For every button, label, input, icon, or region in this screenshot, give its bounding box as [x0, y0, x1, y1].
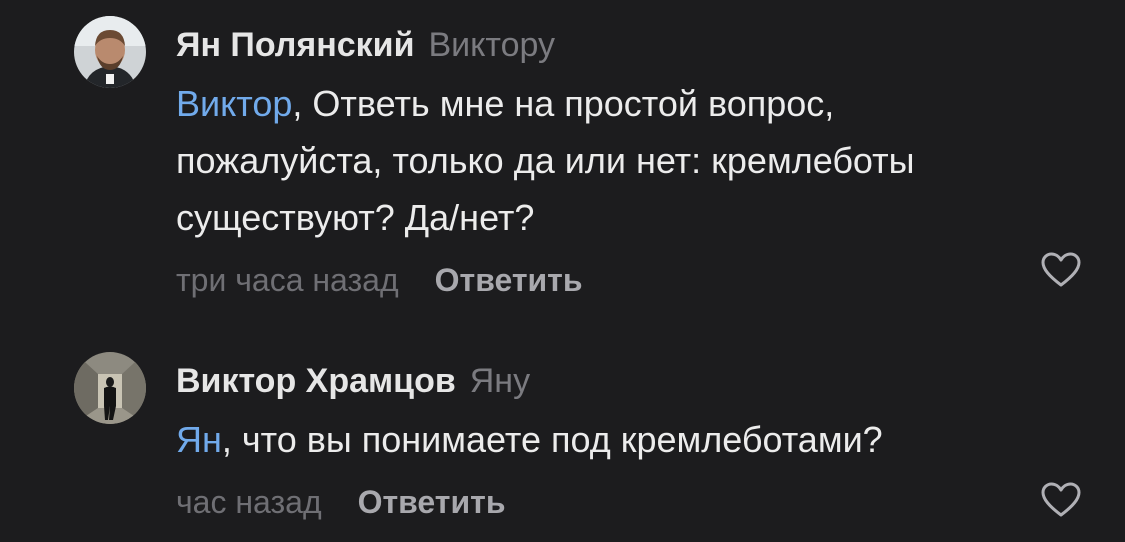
comment-text-line: пожалуйста, только да или нет: кремлебот… — [176, 140, 915, 181]
reply-button[interactable]: Ответить — [435, 262, 583, 298]
comment-text: Ян, что вы понимаете под кремлеботами? — [176, 411, 1085, 468]
avatar[interactable] — [74, 16, 146, 88]
author-name[interactable]: Виктор Храмцов — [176, 362, 456, 400]
author-name[interactable]: Ян Полянский — [176, 26, 414, 64]
mention-link[interactable]: Ян — [176, 419, 222, 460]
comment-header: Виктор Храмцов Яну — [176, 361, 1085, 401]
reply-to-name[interactable]: Виктору — [428, 26, 555, 64]
comment-text-line: существуют? Да/нет? — [176, 197, 535, 238]
reply-button[interactable]: Ответить — [358, 484, 506, 520]
heart-icon[interactable] — [1041, 252, 1081, 288]
avatar[interactable] — [74, 352, 146, 424]
reply-to-name[interactable]: Яну — [470, 362, 530, 400]
comment-text: Виктор, Ответь мне на простой вопрос, по… — [176, 75, 1085, 246]
user-photo-icon — [74, 352, 146, 424]
comment-meta: три часа назад Ответить — [176, 260, 1085, 300]
heart-icon[interactable] — [1041, 482, 1081, 518]
user-photo-icon — [74, 16, 146, 88]
timestamp: три часа назад — [176, 262, 399, 298]
comment-header: Ян Полянский Виктору — [176, 25, 1085, 65]
comment-meta: час назад Ответить — [176, 482, 1085, 522]
timestamp: час назад — [176, 484, 322, 520]
comment-text-line: , Ответь мне на простой вопрос, — [292, 83, 835, 124]
comment-text-line: , что вы понимаете под кремлеботами? — [221, 419, 883, 460]
mention-link[interactable]: Виктор — [176, 83, 292, 124]
